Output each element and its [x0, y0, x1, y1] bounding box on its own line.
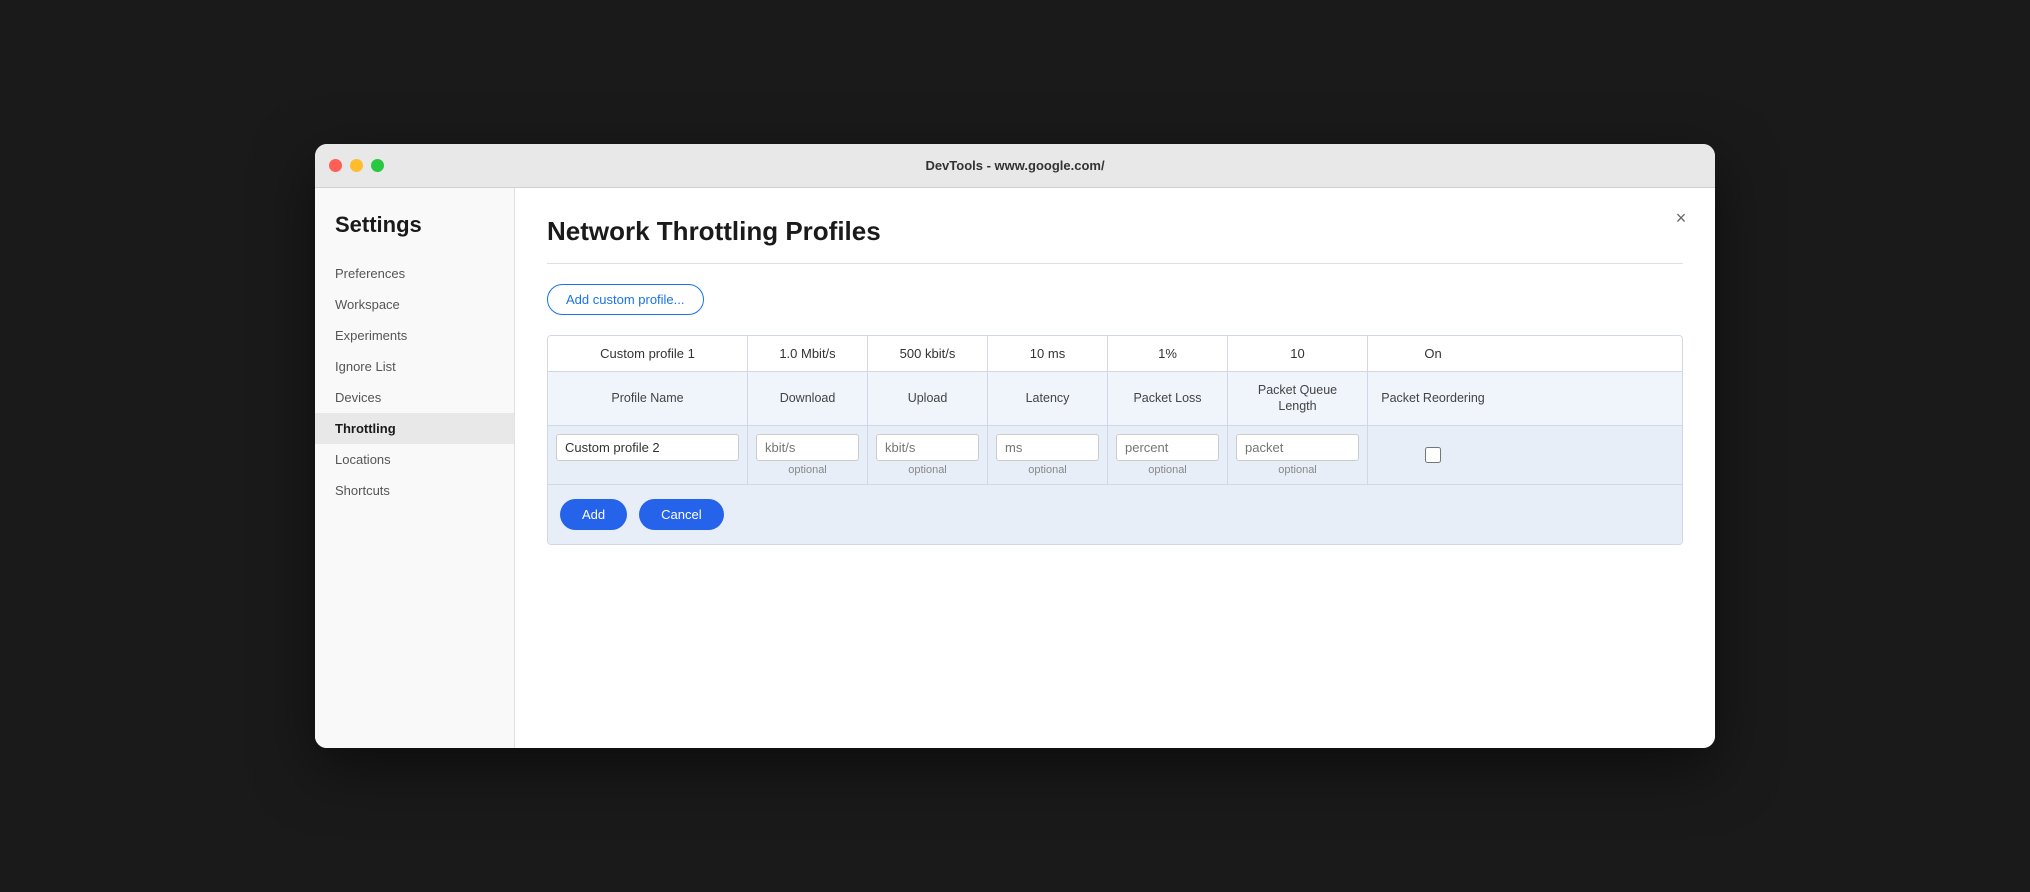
download-input[interactable] — [756, 434, 859, 461]
profiles-table: Custom profile 1 1.0 Mbit/s 500 kbit/s 1… — [547, 335, 1683, 545]
sidebar-item-throttling[interactable]: Throttling — [315, 413, 514, 444]
packet-loss-hint: optional — [1148, 464, 1187, 476]
form-cell-packet-queue: optional — [1228, 426, 1368, 484]
profile-packet-loss-cell: 1% — [1108, 336, 1228, 371]
packet-reordering-checkbox[interactable] — [1425, 447, 1441, 463]
cancel-button[interactable]: Cancel — [639, 499, 723, 530]
profile-packet-reordering-cell: On — [1368, 336, 1498, 371]
sidebar-heading: Settings — [315, 212, 514, 258]
sidebar-item-devices[interactable]: Devices — [315, 382, 514, 413]
sidebar: Settings Preferences Workspace Experimen… — [315, 188, 515, 748]
add-custom-profile-button[interactable]: Add custom profile... — [547, 284, 704, 315]
form-cell-name — [548, 426, 748, 484]
close-traffic-light[interactable] — [329, 159, 342, 172]
profile-packet-queue-cell: 10 — [1228, 336, 1368, 371]
page-title: Network Throttling Profiles — [547, 216, 1683, 247]
profile-latency-cell: 10 ms — [988, 336, 1108, 371]
sidebar-item-preferences[interactable]: Preferences — [315, 258, 514, 289]
close-button[interactable]: × — [1667, 204, 1695, 232]
maximize-traffic-light[interactable] — [371, 159, 384, 172]
actions-row: Add Cancel — [548, 485, 1682, 544]
sidebar-item-locations[interactable]: Locations — [315, 444, 514, 475]
header-packet-queue: Packet Queue Length — [1228, 372, 1368, 425]
main-content: × Network Throttling Profiles Add custom… — [515, 188, 1715, 748]
sidebar-item-ignore-list[interactable]: Ignore List — [315, 351, 514, 382]
profile-name-cell: Custom profile 1 — [548, 336, 748, 371]
latency-hint: optional — [1028, 464, 1067, 476]
add-button[interactable]: Add — [560, 499, 627, 530]
form-cell-upload: optional — [868, 426, 988, 484]
packet-queue-input[interactable] — [1236, 434, 1359, 461]
sidebar-item-workspace[interactable]: Workspace — [315, 289, 514, 320]
packet-queue-hint: optional — [1278, 464, 1317, 476]
upload-input[interactable] — [876, 434, 979, 461]
header-latency: Latency — [988, 372, 1108, 425]
window-body: Settings Preferences Workspace Experimen… — [315, 188, 1715, 748]
sidebar-item-shortcuts[interactable]: Shortcuts — [315, 475, 514, 506]
header-profile-name: Profile Name — [548, 372, 748, 425]
header-packet-loss: Packet Loss — [1108, 372, 1228, 425]
window-title: DevTools - www.google.com/ — [925, 158, 1104, 173]
form-cell-download: optional — [748, 426, 868, 484]
profile-name-input[interactable] — [556, 434, 739, 461]
table-header-row: Profile Name Download Upload Latency Pac… — [548, 372, 1682, 426]
header-upload: Upload — [868, 372, 988, 425]
upload-hint: optional — [908, 464, 947, 476]
profile-download-cell: 1.0 Mbit/s — [748, 336, 868, 371]
sidebar-item-experiments[interactable]: Experiments — [315, 320, 514, 351]
minimize-traffic-light[interactable] — [350, 159, 363, 172]
header-packet-reordering: Packet Reordering — [1368, 372, 1498, 425]
form-cell-packet-loss: optional — [1108, 426, 1228, 484]
profile-upload-cell: 500 kbit/s — [868, 336, 988, 371]
form-cell-packet-reordering — [1368, 426, 1498, 484]
traffic-lights — [329, 159, 384, 172]
table-row: Custom profile 1 1.0 Mbit/s 500 kbit/s 1… — [548, 336, 1682, 372]
header-download: Download — [748, 372, 868, 425]
form-cell-latency: optional — [988, 426, 1108, 484]
devtools-window: DevTools - www.google.com/ Settings Pref… — [315, 144, 1715, 748]
latency-input[interactable] — [996, 434, 1099, 461]
download-hint: optional — [788, 464, 827, 476]
titlebar: DevTools - www.google.com/ — [315, 144, 1715, 188]
form-row: optional optional optional optional — [548, 426, 1682, 485]
packet-loss-input[interactable] — [1116, 434, 1219, 461]
divider — [547, 263, 1683, 264]
